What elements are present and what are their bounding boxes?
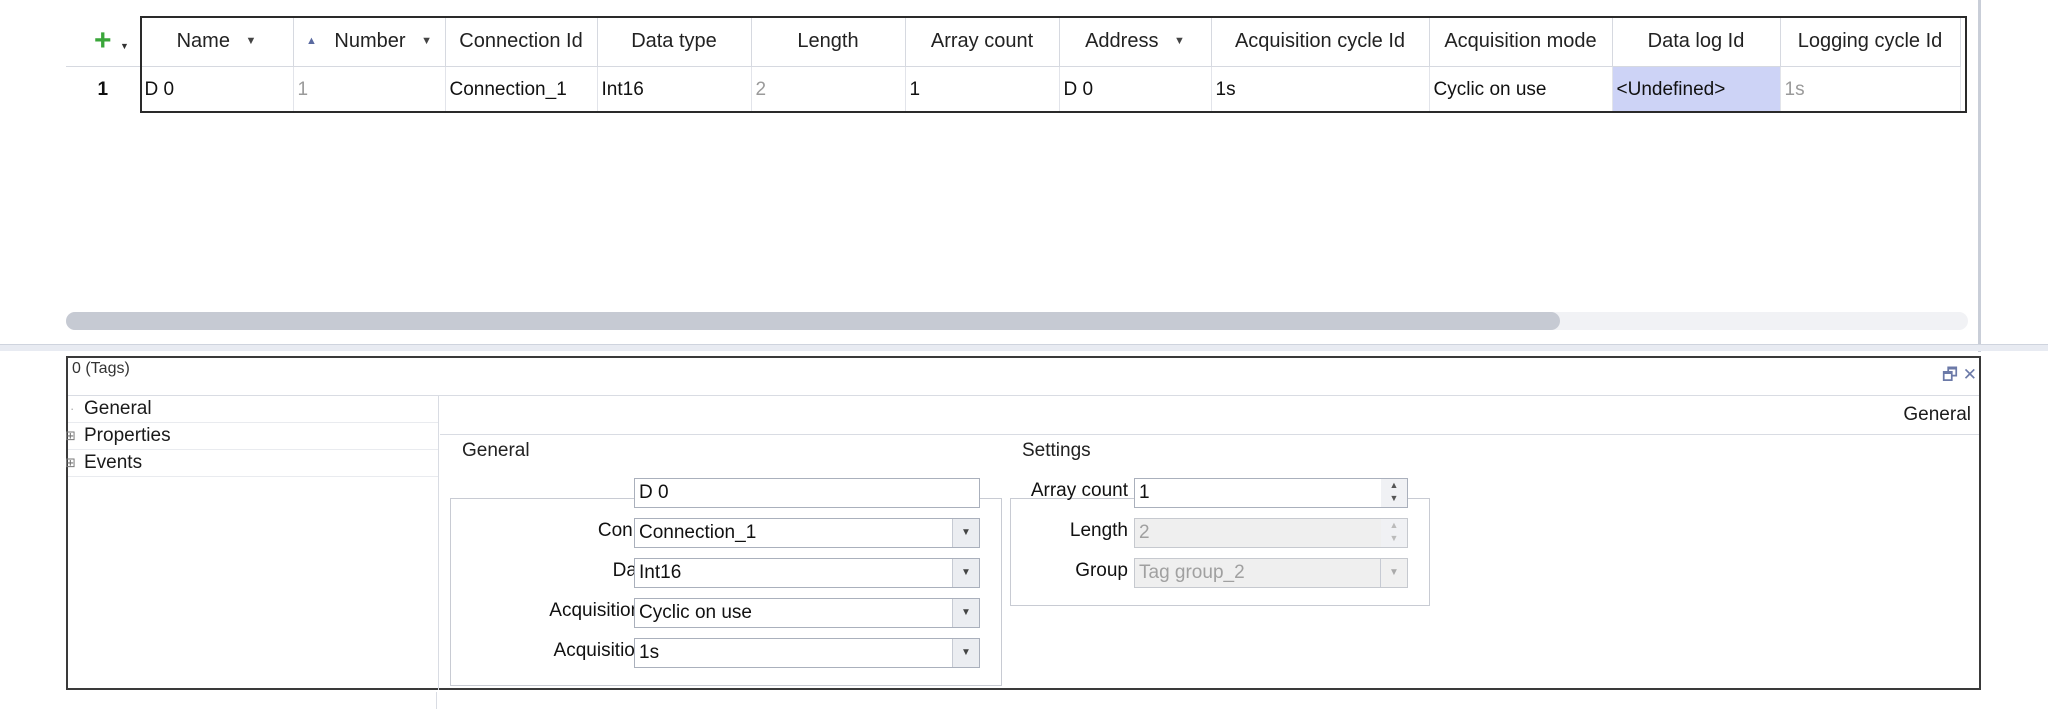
vertical-divider [1978,0,1981,352]
table-header-row: + ▼ Name ▼ ▲ Number ▼ Connection Id Data … [66,16,1961,67]
tag-table: + ▼ Name ▼ ▲ Number ▼ Connection Id Data … [66,16,1961,113]
tag-table-area: + ▼ Name ▼ ▲ Number ▼ Connection Id Data … [0,0,2048,352]
horizontal-scrollbar[interactable] [66,312,1968,330]
column-header-address[interactable]: Address ▼ [1059,16,1212,67]
array-count-stepper[interactable]: 1 ▲ ▼ [1134,478,1408,508]
plus-icon[interactable]: + ▼ [94,24,129,57]
chevron-down-icon: ▼ [1380,559,1407,587]
general-group-title: General [462,440,530,461]
row-number[interactable]: 1 [66,66,141,113]
name-field[interactable]: D 0 [634,478,980,508]
nav-item-events[interactable]: ⊞ Events [65,450,438,477]
horizontal-scrollbar-thumb[interactable] [66,312,1560,330]
settings-group-box [1010,498,1430,606]
filter-dropdown-icon[interactable]: ▼ [1174,35,1185,47]
panel-window-controls: 🗗 ✕ [1942,362,1977,391]
length-label: Length [1069,520,1128,541]
spinner-arrows-icon[interactable]: ▲ ▼ [1381,479,1407,507]
section-header: General [1903,404,1971,425]
group-select: Tag group_2 ▼ [1134,558,1408,588]
nav-item-general[interactable]: · General [68,396,438,423]
column-header-logging-cycle-id[interactable]: Logging cycle Id [1780,16,1961,67]
divider [436,692,437,709]
column-header-number[interactable]: ▲ Number ▼ [293,16,446,67]
filter-dropdown-icon[interactable]: ▼ [421,35,432,47]
acquisition-cycle-select[interactable]: 1s ▼ [634,638,980,668]
cell-array-count[interactable]: 1 [905,66,1060,113]
restore-window-icon[interactable]: 🗗 [1942,365,1958,384]
cell-logging-cycle-id[interactable]: 1s [1780,66,1961,113]
settings-group-title: Settings [1022,440,1091,461]
column-header-acquisition-cycle-id[interactable]: Acquisition cycle Id [1211,16,1430,67]
length-stepper: 2 ▲ ▼ [1134,518,1408,548]
cell-length[interactable]: 2 [751,66,906,113]
divider [440,434,1979,435]
column-header-connection-id[interactable]: Connection Id [445,16,598,67]
acquisition-mode-select[interactable]: Cyclic on use ▼ [634,598,980,628]
chevron-down-icon[interactable]: ▼ [952,519,979,547]
cell-number[interactable]: 1 [293,66,446,113]
tree-line-icon: · [70,401,75,416]
nav-item-properties[interactable]: ⊞ Properties [65,423,438,450]
cell-acquisition-cycle-id[interactable]: 1s [1211,66,1430,113]
table-row[interactable]: 1 D 0 1 Connection_1 Int16 2 1 D 0 1s Cy… [66,66,1961,113]
cell-address[interactable]: D 0 [1059,66,1212,113]
expand-icon[interactable]: ⊞ [65,450,76,476]
column-header-name[interactable]: Name ▼ [140,16,294,67]
spinner-arrows-icon: ▲ ▼ [1381,519,1407,547]
panel-splitter[interactable] [0,344,2048,351]
sort-ascending-icon[interactable]: ▲ [306,35,317,47]
filter-dropdown-icon[interactable]: ▼ [246,35,257,47]
cell-data-log-id[interactable]: <Undefined> [1612,66,1781,113]
column-header-data-log-id[interactable]: Data log Id [1612,16,1781,67]
chevron-down-icon[interactable]: ▼ [952,639,979,667]
cell-connection-id[interactable]: Connection_1 [445,66,598,113]
chevron-down-icon[interactable]: ▼ [952,599,979,627]
cell-data-type[interactable]: Int16 [597,66,752,113]
column-header-array-count[interactable]: Array count [905,16,1060,67]
properties-panel: 0 (Tags) 🗗 ✕ · General ⊞ Properties ⊞ Ev… [65,356,1981,690]
array-count-label: Array count [1030,480,1128,501]
expand-icon[interactable]: ⊞ [65,423,76,449]
data-type-select[interactable]: Int16 ▼ [634,558,980,588]
cell-name[interactable]: D 0 [140,66,294,113]
panel-title: 0 (Tags) [72,360,130,377]
connection-select[interactable]: Connection_1 ▼ [634,518,980,548]
group-label: Group [1075,560,1128,581]
add-tag-button[interactable]: + ▼ [66,16,141,67]
close-icon[interactable]: ✕ [1963,365,1977,384]
properties-nav-tree: · General ⊞ Properties ⊞ Events [65,396,439,690]
column-header-acquisition-mode[interactable]: Acquisition mode [1429,16,1613,67]
chevron-down-icon[interactable]: ▼ [952,559,979,587]
column-header-data-type[interactable]: Data type [597,16,752,67]
column-header-length[interactable]: Length [751,16,906,67]
cell-acquisition-mode[interactable]: Cyclic on use [1429,66,1613,113]
